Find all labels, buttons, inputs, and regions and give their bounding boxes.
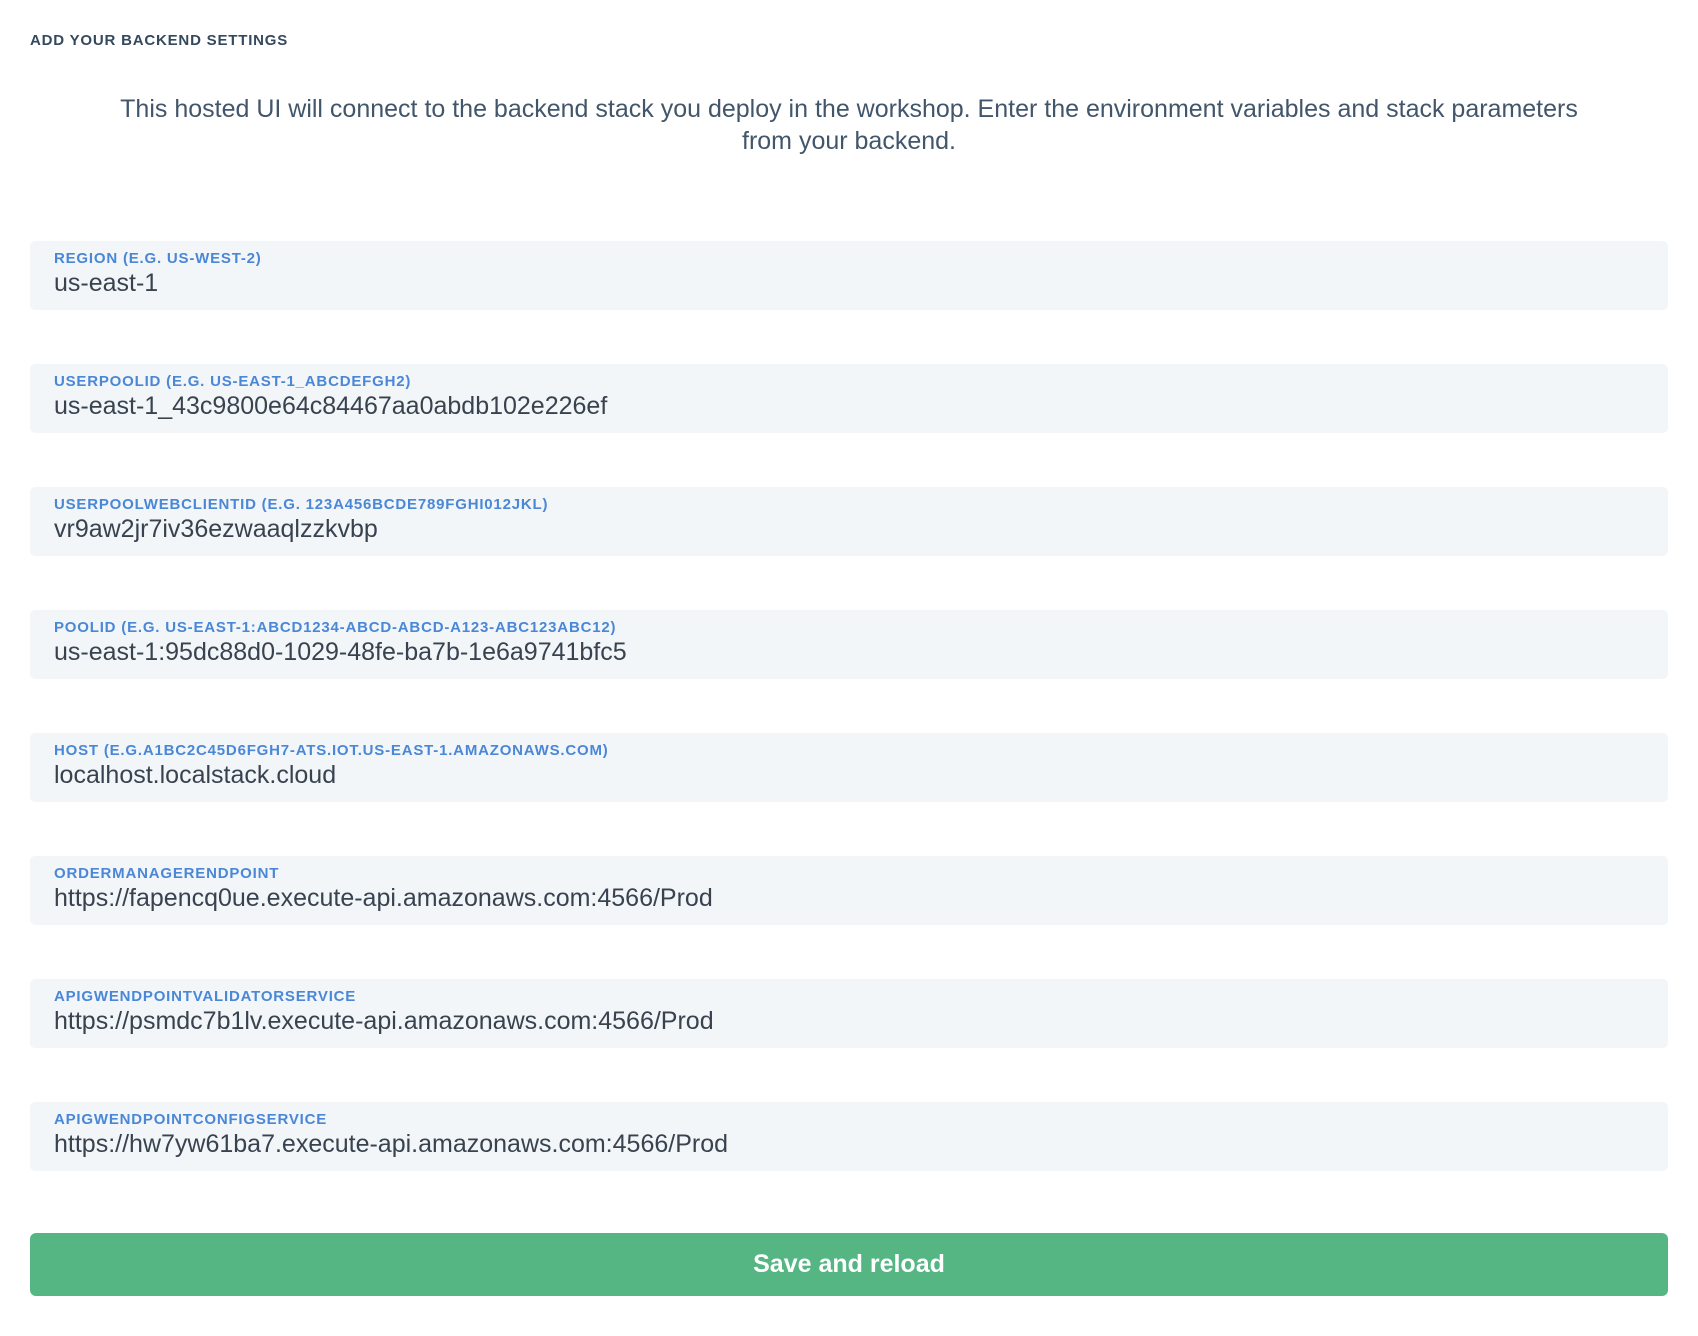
page-description: This hosted UI will connect to the backe… (94, 93, 1604, 157)
settings-field-ordermanagerendpoint: ORDERMANAGERENDPOINT (30, 856, 1668, 925)
settings-field-userpoolwebclientid: USERPOOLWEBCLIENTID (E.G. 123A456BCDE789… (30, 487, 1668, 556)
region-input[interactable] (54, 269, 1644, 298)
settings-field-userpoolid: USERPOOLID (E.G. US-EAST-1_ABCDEFGH2) (30, 364, 1668, 433)
save-and-reload-button[interactable]: Save and reload (30, 1233, 1668, 1296)
page-title: ADD YOUR BACKEND SETTINGS (30, 32, 1668, 49)
apigwendpointconfigservice-label: APIGWENDPOINTCONFIGSERVICE (54, 1111, 1644, 1128)
userpoolwebclientid-input[interactable] (54, 515, 1644, 544)
poolid-input[interactable] (54, 638, 1644, 667)
userpoolid-label: USERPOOLID (E.G. US-EAST-1_ABCDEFGH2) (54, 373, 1644, 390)
region-label: REGION (E.G. US-WEST-2) (54, 250, 1644, 267)
settings-field-poolid: POOLID (E.G. US-EAST-1:ABCD1234-ABCD-ABC… (30, 610, 1668, 679)
settings-field-apigwendpointconfigservice: APIGWENDPOINTCONFIGSERVICE (30, 1102, 1668, 1171)
userpoolid-input[interactable] (54, 392, 1644, 421)
host-input[interactable] (54, 761, 1644, 790)
apigwendpointvalidatorservice-input[interactable] (54, 1007, 1644, 1036)
settings-field-region: REGION (E.G. US-WEST-2) (30, 241, 1668, 310)
apigwendpointconfigservice-input[interactable] (54, 1130, 1644, 1159)
apigwendpointvalidatorservice-label: APIGWENDPOINTVALIDATORSERVICE (54, 988, 1644, 1005)
settings-fields-list: REGION (E.G. US-WEST-2) USERPOOLID (E.G.… (30, 241, 1668, 1171)
poolid-label: POOLID (E.G. US-EAST-1:ABCD1234-ABCD-ABC… (54, 619, 1644, 636)
backend-settings-page: ADD YOUR BACKEND SETTINGS This hosted UI… (0, 0, 1698, 1336)
userpoolwebclientid-label: USERPOOLWEBCLIENTID (E.G. 123A456BCDE789… (54, 496, 1644, 513)
host-label: HOST (E.G.A1BC2C45D6FGH7-ATS.IOT.US-EAST… (54, 742, 1644, 759)
ordermanagerendpoint-input[interactable] (54, 884, 1644, 913)
ordermanagerendpoint-label: ORDERMANAGERENDPOINT (54, 865, 1644, 882)
settings-field-apigwendpointvalidatorservice: APIGWENDPOINTVALIDATORSERVICE (30, 979, 1668, 1048)
settings-field-host: HOST (E.G.A1BC2C45D6FGH7-ATS.IOT.US-EAST… (30, 733, 1668, 802)
